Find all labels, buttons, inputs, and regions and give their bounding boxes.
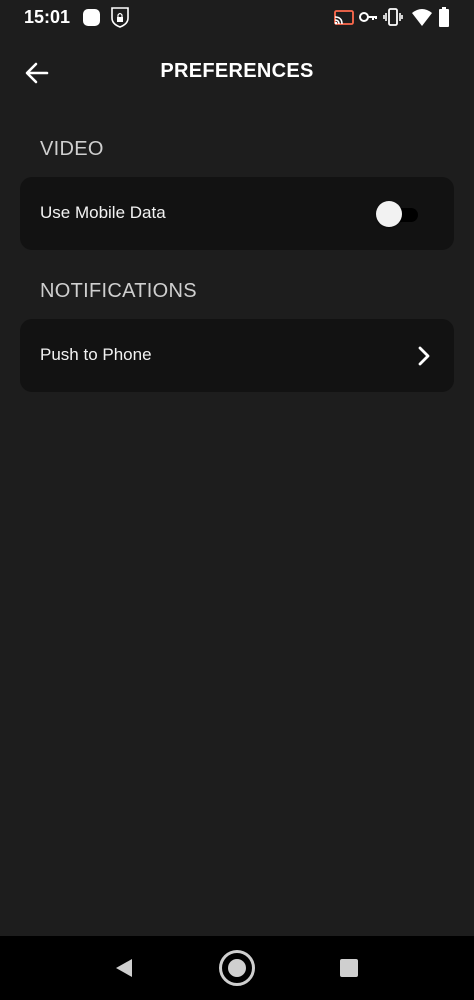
top-app-bar: PREFERENCES xyxy=(0,36,474,110)
system-nav-bar xyxy=(0,936,474,1000)
section-header-notifications: NOTIFICATIONS xyxy=(40,280,197,302)
vpn-shield-icon xyxy=(111,7,129,28)
use-mobile-data-label: Use Mobile Data xyxy=(40,203,166,222)
vibrate-icon xyxy=(383,8,403,26)
page-title: PREFERENCES xyxy=(160,60,314,82)
push-to-phone-label: Push to Phone xyxy=(40,345,152,364)
toggle-thumb xyxy=(376,201,402,227)
nav-back-icon[interactable] xyxy=(112,956,136,980)
push-to-phone-row[interactable]: Push to Phone xyxy=(20,319,454,392)
nav-home-icon[interactable] xyxy=(218,949,256,987)
cast-icon xyxy=(334,10,354,25)
status-bar: 15:01 xyxy=(0,0,474,36)
nav-recents-icon[interactable] xyxy=(338,957,360,979)
battery-icon xyxy=(439,7,449,27)
status-time: 15:01 xyxy=(24,7,71,27)
chevron-right-icon xyxy=(412,343,436,369)
notification-dot-icon xyxy=(83,9,100,26)
key-icon xyxy=(359,12,377,22)
section-header-video: VIDEO xyxy=(40,138,104,160)
use-mobile-data-toggle[interactable] xyxy=(376,201,420,227)
use-mobile-data-row[interactable]: Use Mobile Data xyxy=(20,177,454,250)
wifi-icon xyxy=(412,9,432,26)
